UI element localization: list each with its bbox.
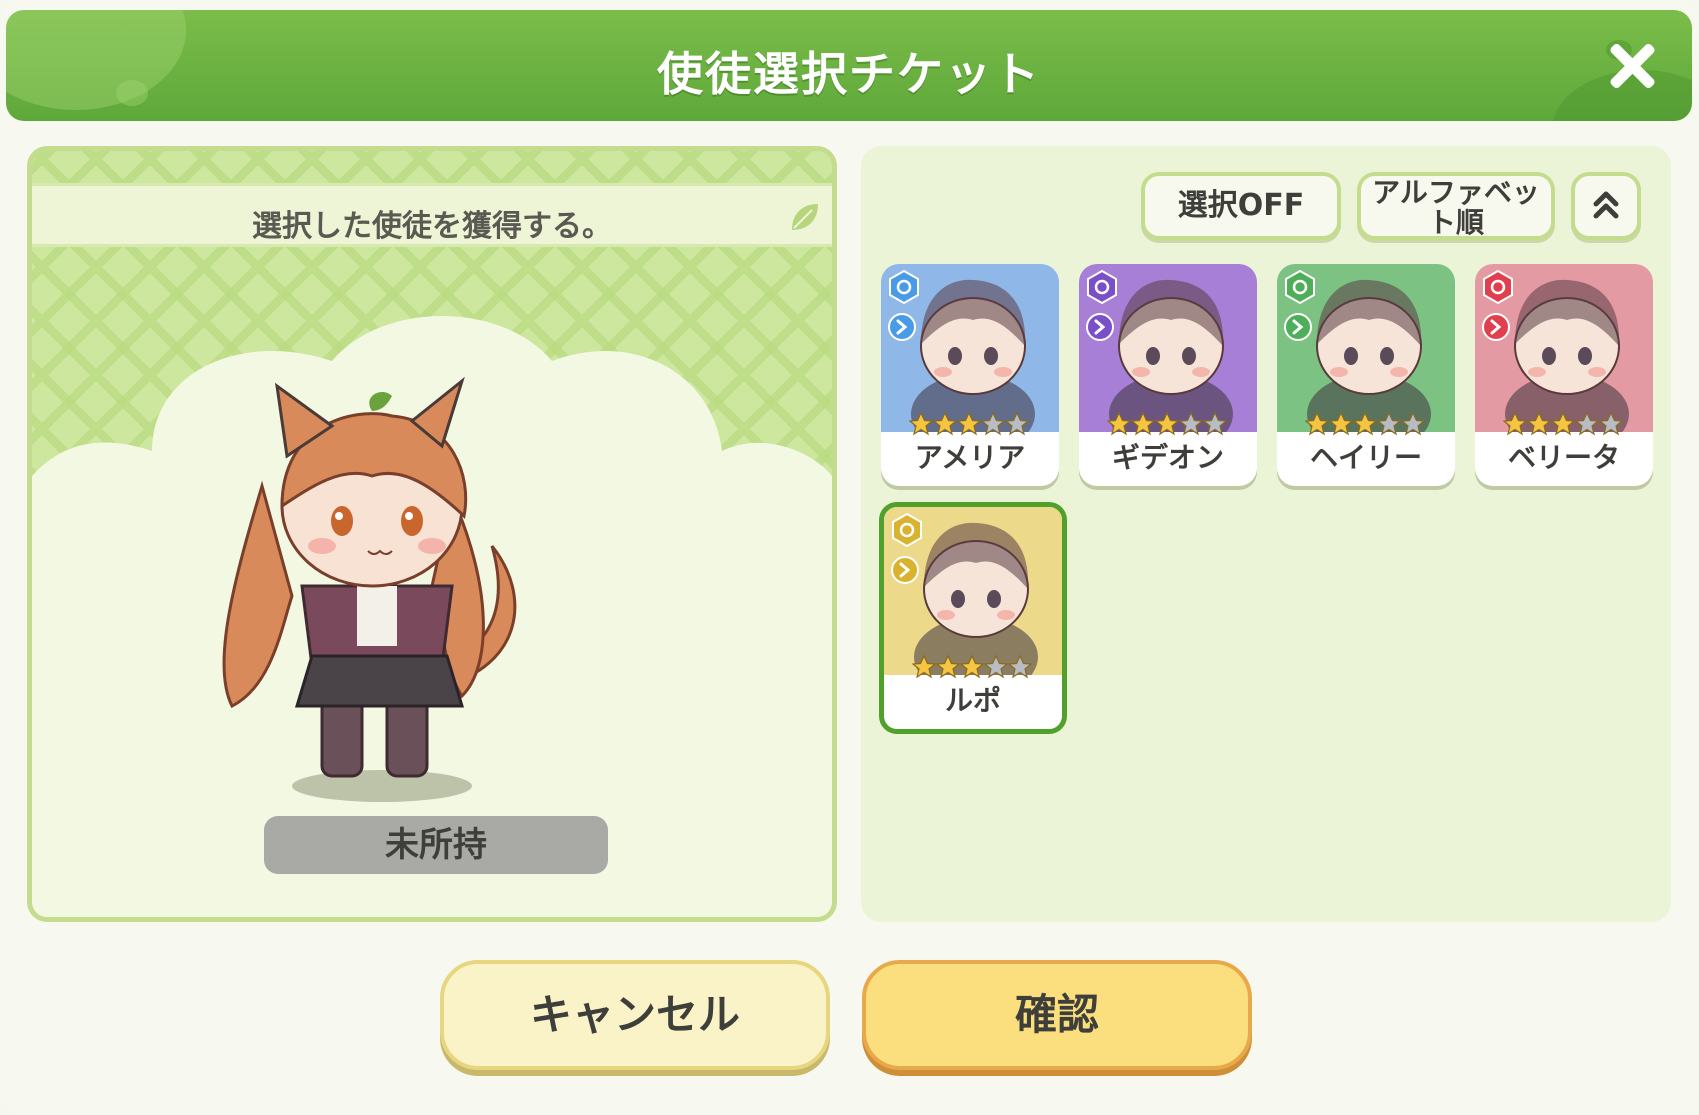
star-icon (1526, 412, 1552, 436)
character-preview-panel: 選択した使徒を獲得する。 未所持 (27, 146, 837, 922)
star-icon (909, 412, 934, 436)
element-icon (1483, 270, 1513, 304)
character-card[interactable]: アメリア (881, 264, 1059, 486)
star-icon (1503, 412, 1528, 436)
leaf-icon (792, 204, 818, 230)
character-preview-image (222, 376, 517, 802)
character-card[interactable]: ヘイリー (1277, 264, 1455, 486)
star-icon (1328, 412, 1354, 436)
character-name: ベリータ (1507, 441, 1620, 474)
character-card[interactable]: ベリータ (1475, 264, 1653, 486)
star-icon (932, 412, 958, 436)
element-icon (889, 270, 919, 304)
character-name: ギデオン (1111, 441, 1224, 474)
class-icon (1482, 313, 1510, 341)
character-card[interactable]: ギデオン (1079, 264, 1257, 486)
dialog-title: 使徒選択チケット (657, 47, 1041, 101)
class-icon (891, 556, 919, 584)
star-icon (912, 655, 937, 679)
star-icon (1598, 412, 1624, 436)
star-rating (912, 655, 1033, 679)
star-rating (1305, 412, 1426, 436)
star-icon (983, 655, 1009, 679)
star-icon (956, 412, 982, 436)
element-icon (892, 513, 922, 547)
collapse-button[interactable] (1571, 172, 1641, 240)
star-icon (1574, 412, 1600, 436)
dialog-header: 使徒選択チケット (6, 10, 1692, 121)
star-icon (1376, 412, 1402, 436)
double-chevron-up-icon (1593, 191, 1619, 219)
cancel-button[interactable]: キャンセル (440, 960, 830, 1070)
star-icon (1400, 412, 1426, 436)
star-icon (1154, 412, 1180, 436)
star-icon (1178, 412, 1204, 436)
instruction-banner: 選択した使徒を獲得する。 (32, 183, 832, 247)
star-icon (1130, 412, 1156, 436)
class-icon (888, 313, 916, 341)
character-name: ヘイリー (1309, 441, 1422, 474)
character-list-panel: 選択OFF アルファベッ ト順 アメリア ギデオン ヘイリー ベリータ ルポ (861, 146, 1671, 922)
star-icon (1305, 412, 1330, 436)
star-icon (1202, 412, 1228, 436)
star-icon (1007, 655, 1033, 679)
alphabet-sort-label-line1: アルファベッ (1372, 176, 1540, 209)
star-icon (980, 412, 1006, 436)
star-rating (909, 412, 1030, 436)
alphabet-sort-button[interactable]: アルファベッ ト順 (1357, 172, 1555, 240)
character-name: アメリア (914, 441, 1026, 474)
star-icon (959, 655, 985, 679)
star-icon (1004, 412, 1030, 436)
star-rating (1503, 412, 1624, 436)
confirm-button[interactable]: 確認 (862, 960, 1252, 1070)
character-name: ルポ (944, 684, 1001, 717)
star-icon (935, 655, 961, 679)
instruction-text: 選択した使徒を獲得する。 (252, 209, 612, 244)
close-icon[interactable] (1606, 40, 1658, 92)
character-card[interactable]: ルポ (879, 502, 1067, 734)
element-icon (1285, 270, 1315, 304)
ticket-dialog: 使徒選択チケット 選択した使徒を獲得する。 未所持 選択OFF アルファベッ ト… (0, 0, 1699, 1115)
element-icon (1087, 270, 1117, 304)
alphabet-sort-label-line2: ト順 (1427, 206, 1484, 239)
select-off-button[interactable]: 選択OFF (1141, 172, 1341, 240)
star-rating (1107, 412, 1228, 436)
star-icon (1107, 412, 1132, 436)
class-icon (1086, 313, 1114, 341)
ownership-status-badge: 未所持 (264, 816, 608, 874)
class-icon (1284, 313, 1312, 341)
star-icon (1352, 412, 1378, 436)
star-icon (1550, 412, 1576, 436)
